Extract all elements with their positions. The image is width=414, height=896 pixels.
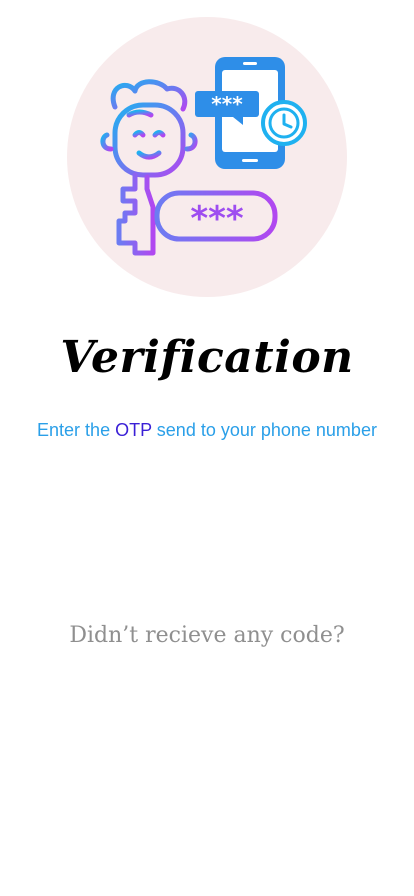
key-password-stars: *** [190,199,244,239]
page-title: Verification [60,332,354,383]
illustration-background-circle [67,17,347,297]
otp-verification-illustration: *** *** [67,17,347,297]
resend-code-prompt[interactable]: Didn’t recieve any code? [0,621,414,651]
clock-icon [261,100,307,146]
instruction-suffix: send to your phone number [156,420,377,440]
otp-highlight: OTP [115,420,152,440]
otp-instruction: Enter the OTP send to your phone number [0,419,414,441]
instruction-prefix: Enter the [37,420,111,440]
bubble-stars: *** [211,92,243,116]
